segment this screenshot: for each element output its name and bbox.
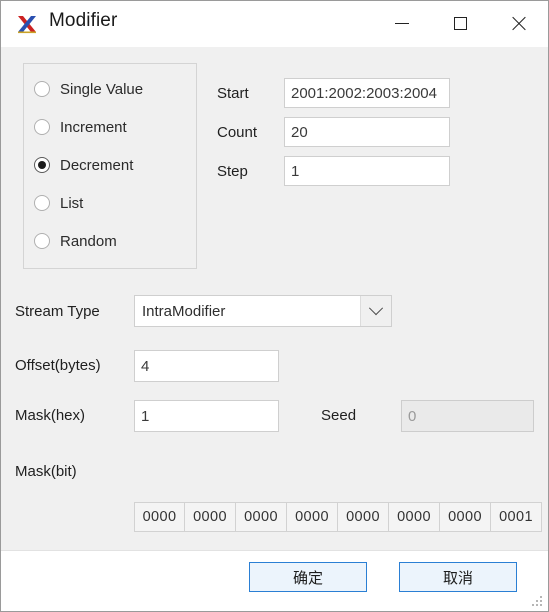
start-label: Start <box>217 85 249 102</box>
title-bar: Modifier <box>1 1 548 47</box>
window-title: Modifier <box>49 10 118 31</box>
ok-button[interactable]: 确定 <box>249 562 367 592</box>
x-logo-icon <box>15 12 39 36</box>
dialog-body: Single Value Increment Decrement List Ra… <box>1 47 548 569</box>
stream-type-label: Stream Type <box>15 303 100 320</box>
close-icon <box>511 16 526 31</box>
seed-label: Seed <box>321 407 357 424</box>
radio-list[interactable]: List <box>34 192 83 214</box>
seed-input: 0 <box>401 400 534 432</box>
radio-selected-icon <box>34 157 50 173</box>
dialog-footer: 确定 取消 <box>1 550 548 611</box>
offset-label: Offset(bytes) <box>15 357 101 374</box>
radio-increment[interactable]: Increment <box>34 116 127 138</box>
mask-bit-cell[interactable]: 0000 <box>185 502 236 532</box>
chevron-down-icon[interactable] <box>360 296 391 326</box>
count-input[interactable]: 20 <box>284 117 450 147</box>
mask-bit-cell[interactable]: 0000 <box>338 502 389 532</box>
mask-bit-cell[interactable]: 0001 <box>491 502 542 532</box>
count-label: Count <box>217 124 258 141</box>
radio-single-value[interactable]: Single Value <box>34 78 143 100</box>
radio-decrement[interactable]: Decrement <box>34 154 133 176</box>
minimize-icon <box>395 23 409 24</box>
mask-hex-label: Mask(hex) <box>15 407 86 424</box>
mask-bit-cells: 0000 0000 0000 0000 0000 0000 0000 0001 <box>134 502 542 532</box>
modifier-mode-group: Single Value Increment Decrement List Ra… <box>23 63 197 269</box>
stream-type-value: IntraModifier <box>142 302 226 320</box>
mask-bit-cell[interactable]: 0000 <box>236 502 287 532</box>
step-input[interactable]: 1 <box>284 156 450 186</box>
radio-label: Decrement <box>60 156 134 174</box>
mask-bit-cell[interactable]: 0000 <box>134 502 185 532</box>
radio-icon <box>34 119 50 135</box>
close-button[interactable] <box>489 1 547 46</box>
minimize-button[interactable] <box>373 1 431 46</box>
mask-bit-cell[interactable]: 0000 <box>440 502 491 532</box>
modifier-dialog-window: Modifier Single Value Increment Decremen… <box>0 0 549 612</box>
chevron-glyph <box>368 301 384 316</box>
radio-icon <box>34 233 50 249</box>
stream-type-select[interactable]: IntraModifier <box>134 295 392 327</box>
maximize-button[interactable] <box>431 1 489 46</box>
radio-label: Random <box>60 232 117 250</box>
radio-icon <box>34 195 50 211</box>
mask-bit-cell[interactable]: 0000 <box>389 502 440 532</box>
cancel-button[interactable]: 取消 <box>399 562 517 592</box>
radio-label: List <box>60 194 84 212</box>
mask-bit-label: Mask(bit) <box>15 463 77 480</box>
resize-grip[interactable] <box>531 595 544 608</box>
radio-random[interactable]: Random <box>34 230 117 252</box>
start-input[interactable]: 2001:2002:2003:2004 <box>284 78 450 108</box>
mask-bit-cell[interactable]: 0000 <box>287 502 338 532</box>
radio-label: Single Value <box>60 80 144 98</box>
step-label: Step <box>217 163 248 180</box>
radio-label: Increment <box>60 118 127 136</box>
mask-hex-input[interactable]: 1 <box>134 400 279 432</box>
offset-input[interactable]: 4 <box>134 350 279 382</box>
radio-icon <box>34 81 50 97</box>
maximize-icon <box>453 17 467 30</box>
